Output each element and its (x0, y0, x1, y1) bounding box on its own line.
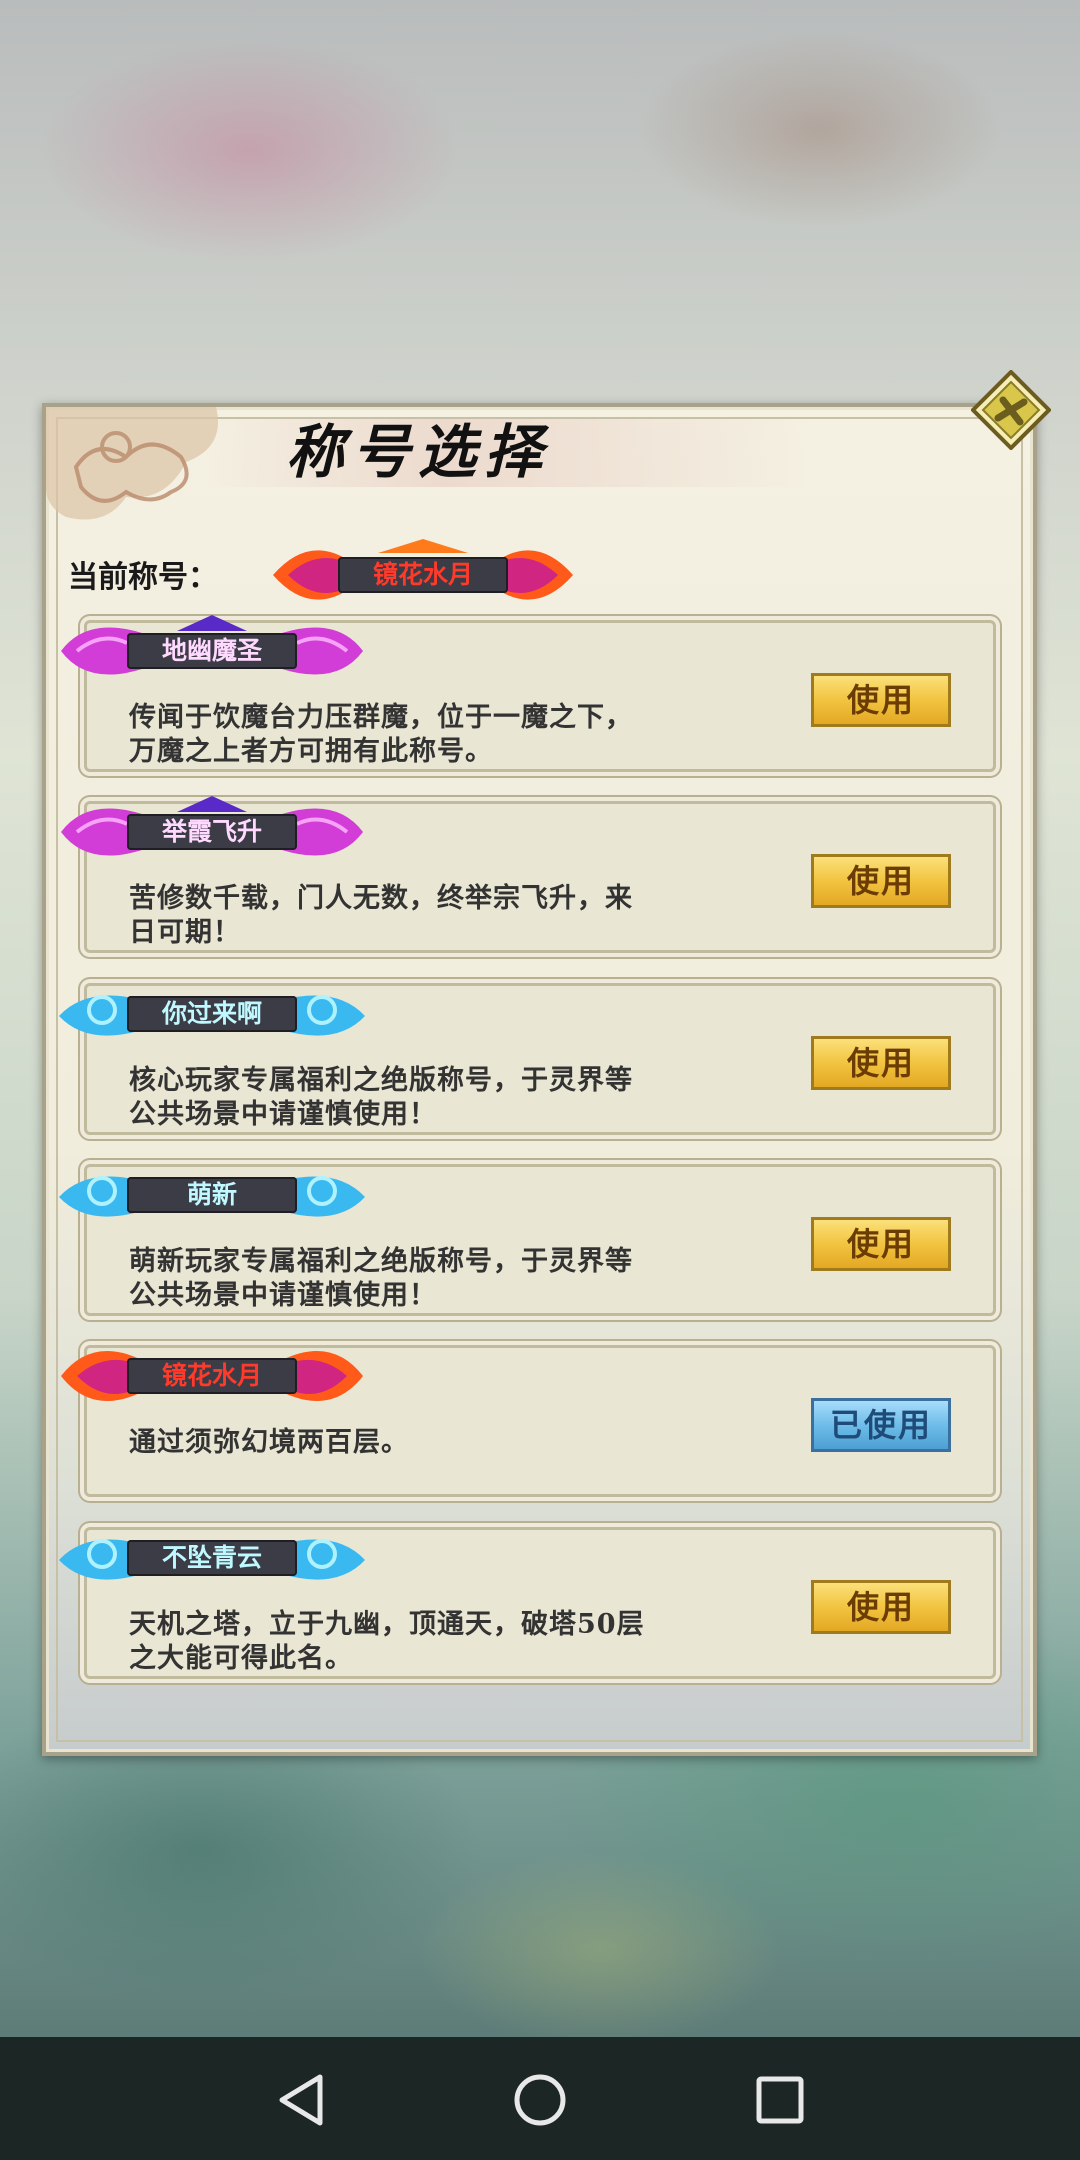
in-use-button[interactable]: 已使用 (811, 1398, 951, 1452)
title-card: 不坠青云 天机之塔，立于九幽，顶通天，破塔50层 之大能可得此名。 使用 (59, 1527, 996, 1679)
use-button[interactable]: 使用 (811, 1217, 951, 1271)
cloud-ornament-icon (46, 407, 218, 520)
description-line-1: 苦修数千载，门人无数，终举宗飞升，来 (129, 883, 633, 914)
title-card: 萌新 萌新玩家专属福利之绝版称号，于灵界等 公共场景中请谨慎使用！ 使用 (59, 1164, 996, 1316)
close-icon (970, 369, 1052, 451)
home-circle-icon (514, 2074, 566, 2126)
title-name: 萌新 (186, 1180, 237, 1209)
close-button[interactable] (970, 369, 1052, 451)
current-title-badge: 镜花水月 (268, 535, 578, 615)
title-description: 天机之塔，立于九幽，顶通天，破塔50层 之大能可得此名。 (129, 1608, 799, 1676)
nav-home-button[interactable] (505, 2065, 575, 2135)
nav-back-button[interactable] (268, 2065, 338, 2135)
title-description: 萌新玩家专属福利之绝版称号，于灵界等 公共场景中请谨慎使用！ (129, 1245, 799, 1313)
title-name: 镜花水月 (161, 1361, 262, 1390)
title-badge: 地幽魔圣 (57, 611, 367, 691)
title-badge: 萌新 (57, 1155, 367, 1235)
title-badge: 镜花水月 (57, 1336, 367, 1416)
dialog-title: 称号选择 (286, 418, 551, 486)
description-line-1: 天机之塔，立于九幽，顶通天，破塔50层 (129, 1609, 645, 1640)
description-line-2: 日可期！ (129, 917, 241, 948)
title-description: 传闻于饮魔台力压群魔，位于一魔之下， 万魔之上者方可拥有此称号。 (129, 701, 799, 769)
back-triangle-icon (279, 2074, 323, 2126)
title-card: 地幽魔圣 传闻于饮魔台力压群魔，位于一魔之下， 万魔之上者方可拥有此称号。 使用 (61, 615, 996, 772)
use-button[interactable]: 使用 (811, 1036, 951, 1090)
current-title-label: 当前称号： (68, 560, 218, 595)
title-name: 你过来啊 (161, 999, 262, 1028)
description-line-1: 核心玩家专属福利之绝版称号，于灵界等 (129, 1065, 633, 1096)
title-name: 不坠青云 (161, 1543, 262, 1572)
title-name: 地幽魔圣 (161, 636, 262, 665)
description-line-1: 通过须弥幻境两百层。 (129, 1427, 409, 1458)
description-line-2: 之大能可得此名。 (129, 1643, 353, 1674)
title-description: 核心玩家专属福利之绝版称号，于灵界等 公共场景中请谨慎使用！ (129, 1064, 799, 1132)
title-name: 举霞飞升 (161, 817, 262, 846)
nav-recent-button[interactable] (745, 2065, 815, 2135)
description-line-2: 公共场景中请谨慎使用！ (129, 1280, 437, 1311)
use-button[interactable]: 使用 (811, 1580, 951, 1634)
title-description: 苦修数千载，门人无数，终举宗飞升，来 日可期！ (129, 882, 799, 950)
description-line-2: 万魔之上者方可拥有此称号。 (129, 736, 493, 767)
use-button[interactable]: 使用 (811, 673, 951, 727)
description-line-2: 公共场景中请谨慎使用！ (129, 1099, 437, 1130)
title-badge: 不坠青云 (57, 1518, 367, 1598)
recent-square-icon (756, 2076, 804, 2124)
current-title-text: 镜花水月 (372, 560, 473, 589)
title-card: 你过来啊 核心玩家专属福利之绝版称号，于灵界等 公共场景中请谨慎使用！ 使用 (59, 983, 996, 1135)
title-card: 镜花水月 通过须弥幻境两百层。 已使用 (61, 1345, 996, 1497)
title-badge: 举霞飞升 (57, 792, 367, 872)
title-card: 举霞飞升 苦修数千载，门人无数，终举宗飞升，来 日可期！ 使用 (61, 796, 996, 953)
title-badge: 你过来啊 (57, 974, 367, 1054)
use-button[interactable]: 使用 (811, 854, 951, 908)
title-description: 通过须弥幻境两百层。 (129, 1426, 799, 1460)
description-line-1: 传闻于饮魔台力压群魔，位于一魔之下， (129, 702, 633, 733)
description-line-1: 萌新玩家专属福利之绝版称号，于灵界等 (129, 1246, 633, 1277)
